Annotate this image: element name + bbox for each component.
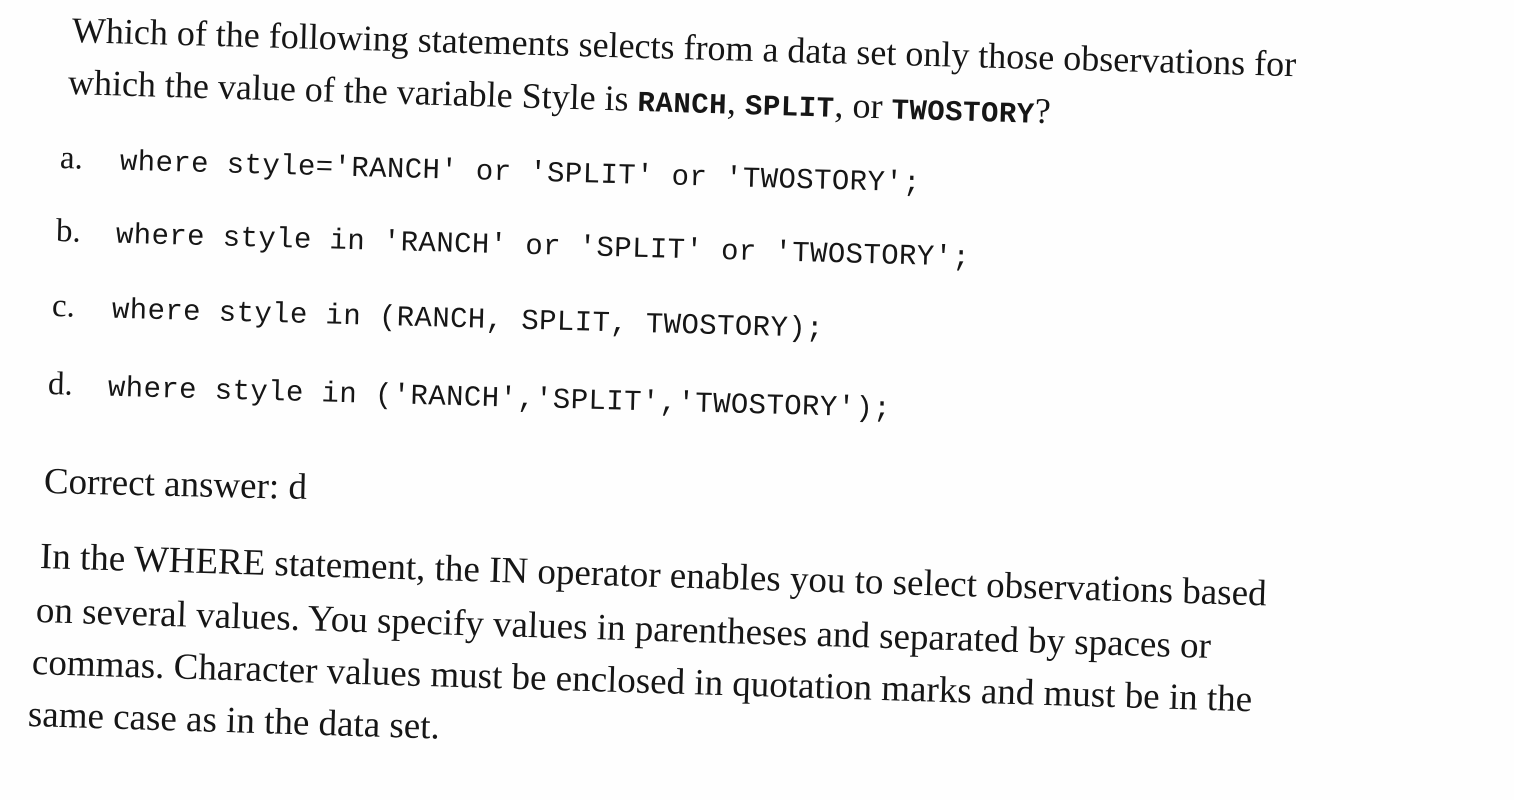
question-mark: ? [1034, 90, 1052, 132]
scanned-page: Which of the following statements select… [0, 0, 1514, 800]
option-letter: b. [55, 213, 82, 250]
explanation-line-4: same case as in the data set. [27, 694, 441, 748]
option-code: where style='RANCH' or 'SPLIT' or 'TWOST… [119, 145, 922, 201]
option-a: a. where style='RANCH' or 'SPLIT' or 'TWO… [59, 140, 922, 202]
separator-1: , [726, 81, 746, 123]
option-c: c. where style in (RANCH, SPLIT, TWOSTORY… [51, 288, 825, 348]
option-code: where style in (RANCH, SPLIT, TWOSTORY); [111, 293, 825, 346]
value-twostory: TWOSTORY [890, 94, 1036, 132]
question-prefix: which the value of the variable Style is [67, 62, 639, 119]
option-code: where style in ('RANCH','SPLIT','TWOSTOR… [107, 371, 892, 426]
option-code: where style in 'RANCH' or 'SPLIT' or 'TW… [115, 218, 971, 275]
option-letter: c. [51, 288, 76, 325]
option-b: b. where style in 'RANCH' or 'SPLIT' or '… [55, 213, 971, 277]
option-letter: a. [59, 140, 84, 177]
option-letter: d. [47, 366, 74, 403]
value-split: SPLIT [744, 90, 835, 126]
option-d: d. where style in ('RANCH','SPLIT','TWOST… [47, 366, 892, 428]
value-ranch: RANCH [637, 86, 728, 123]
correct-answer: Correct answer: d [43, 461, 308, 508]
separator-2: , or [834, 84, 893, 127]
